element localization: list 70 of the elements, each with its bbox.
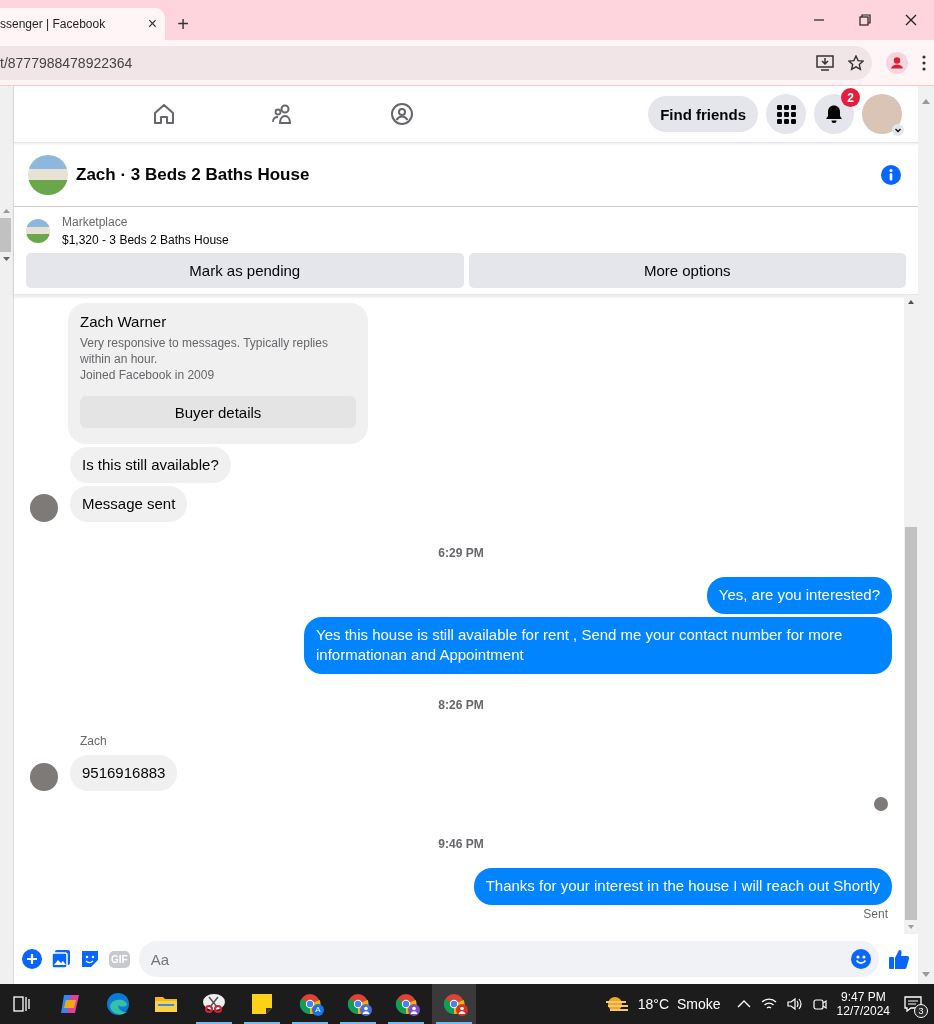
close-icon[interactable] — [905, 14, 917, 26]
address-bar[interactable]: t/8777988478922364 — [0, 45, 872, 80]
timestamp: 9:46 PM — [438, 837, 484, 851]
buyer-info: Joined Facebook in 2009 — [80, 367, 216, 383]
outgoing-message: Thanks for your interest in the house I will reach out Shortly — [473, 868, 892, 905]
notifications-button[interactable] — [814, 94, 854, 134]
buyer-info: Very responsive to messages. Typically replies within an hour. — [80, 335, 329, 367]
find-friends-button[interactable]: Find friends — [648, 96, 758, 132]
buyer-name: Zach Warner — [80, 313, 168, 330]
copilot-icon — [58, 992, 82, 1016]
incoming-message: Message sent — [70, 486, 188, 522]
outgoing-message: Yes this house is still available for rent , Send me your contact number for more informationan and Appointment — [304, 617, 892, 674]
listing-photo — [28, 154, 68, 195]
grid-icon — [776, 104, 796, 124]
task-view-icon — [13, 996, 31, 1012]
seen-avatar — [874, 797, 888, 811]
taskbar-app[interactable] — [432, 984, 476, 1024]
home-icon[interactable] — [152, 102, 176, 126]
incoming-message: 9516916883 — [70, 755, 178, 791]
delivery-status: Sent — [863, 907, 888, 921]
listing-title[interactable]: $1,320 - 3 Beds 2 Baths House — [62, 233, 229, 247]
clock-date[interactable]: 12/7/2024 — [836, 1004, 890, 1018]
outgoing-message: Yes, are you interested? — [706, 577, 892, 614]
emoji-icon[interactable] — [851, 949, 871, 969]
action-button[interactable]: Mark as pending — [26, 253, 464, 288]
profile-icon[interactable] — [886, 51, 908, 74]
listing-label: Marketplace — [62, 215, 129, 229]
notifications-icon[interactable] — [904, 996, 922, 1012]
sticker-icon[interactable] — [80, 949, 100, 969]
buyer-details-button[interactable]: Buyer details — [80, 396, 356, 428]
bell-icon — [824, 104, 844, 124]
photo-icon[interactable] — [51, 949, 71, 969]
chat-title: Zach · 3 Beds 2 Baths House — [76, 164, 311, 185]
timestamp: 8:26 PM — [438, 698, 484, 712]
tab-close-button[interactable]: × — [147, 16, 157, 32]
edge-icon — [106, 992, 130, 1016]
weather-condition: Smoke — [677, 996, 721, 1012]
action-button[interactable]: More options — [468, 253, 906, 288]
chevron-up-icon[interactable] — [736, 999, 751, 1009]
weather-icon[interactable] — [603, 994, 630, 1014]
taskbar-app[interactable]: A — [288, 984, 332, 1024]
restore-icon[interactable] — [859, 14, 871, 26]
sender-name: Zach — [80, 734, 108, 748]
volume-icon[interactable] — [786, 997, 803, 1011]
camera-icon[interactable] — [812, 997, 827, 1011]
menu-icon[interactable] — [922, 54, 926, 71]
caret-icon — [892, 124, 904, 136]
notification-count: 2 — [841, 88, 860, 107]
scissors-icon — [202, 992, 226, 1016]
install-icon[interactable] — [816, 54, 834, 71]
plus-icon[interactable] — [22, 949, 42, 969]
timestamp: 6:29 PM — [438, 546, 484, 560]
info-icon[interactable] — [880, 163, 902, 186]
listing-thumbnail — [26, 219, 50, 243]
notification-count: 3 — [914, 1004, 928, 1018]
group-icon[interactable] — [390, 102, 414, 126]
browser-tab[interactable]: ssenger | Facebook × — [0, 8, 165, 40]
incoming-message: Is this still available? — [70, 447, 231, 483]
sticky-note-icon — [250, 992, 274, 1016]
thumbs-up-icon[interactable] — [888, 948, 910, 970]
scrollbar-thumb[interactable] — [905, 527, 917, 920]
scrollbar-thumb[interactable] — [0, 218, 11, 252]
apps-button[interactable] — [766, 94, 806, 134]
star-icon[interactable] — [848, 54, 864, 71]
clock-time[interactable]: 9:47 PM — [840, 990, 886, 1004]
wifi-icon[interactable] — [760, 997, 777, 1011]
temperature: 18°C — [637, 996, 670, 1012]
profile-initial: A — [312, 1004, 324, 1016]
new-tab-button[interactable]: + — [165, 8, 201, 40]
message-input[interactable]: Aa — [138, 941, 879, 977]
